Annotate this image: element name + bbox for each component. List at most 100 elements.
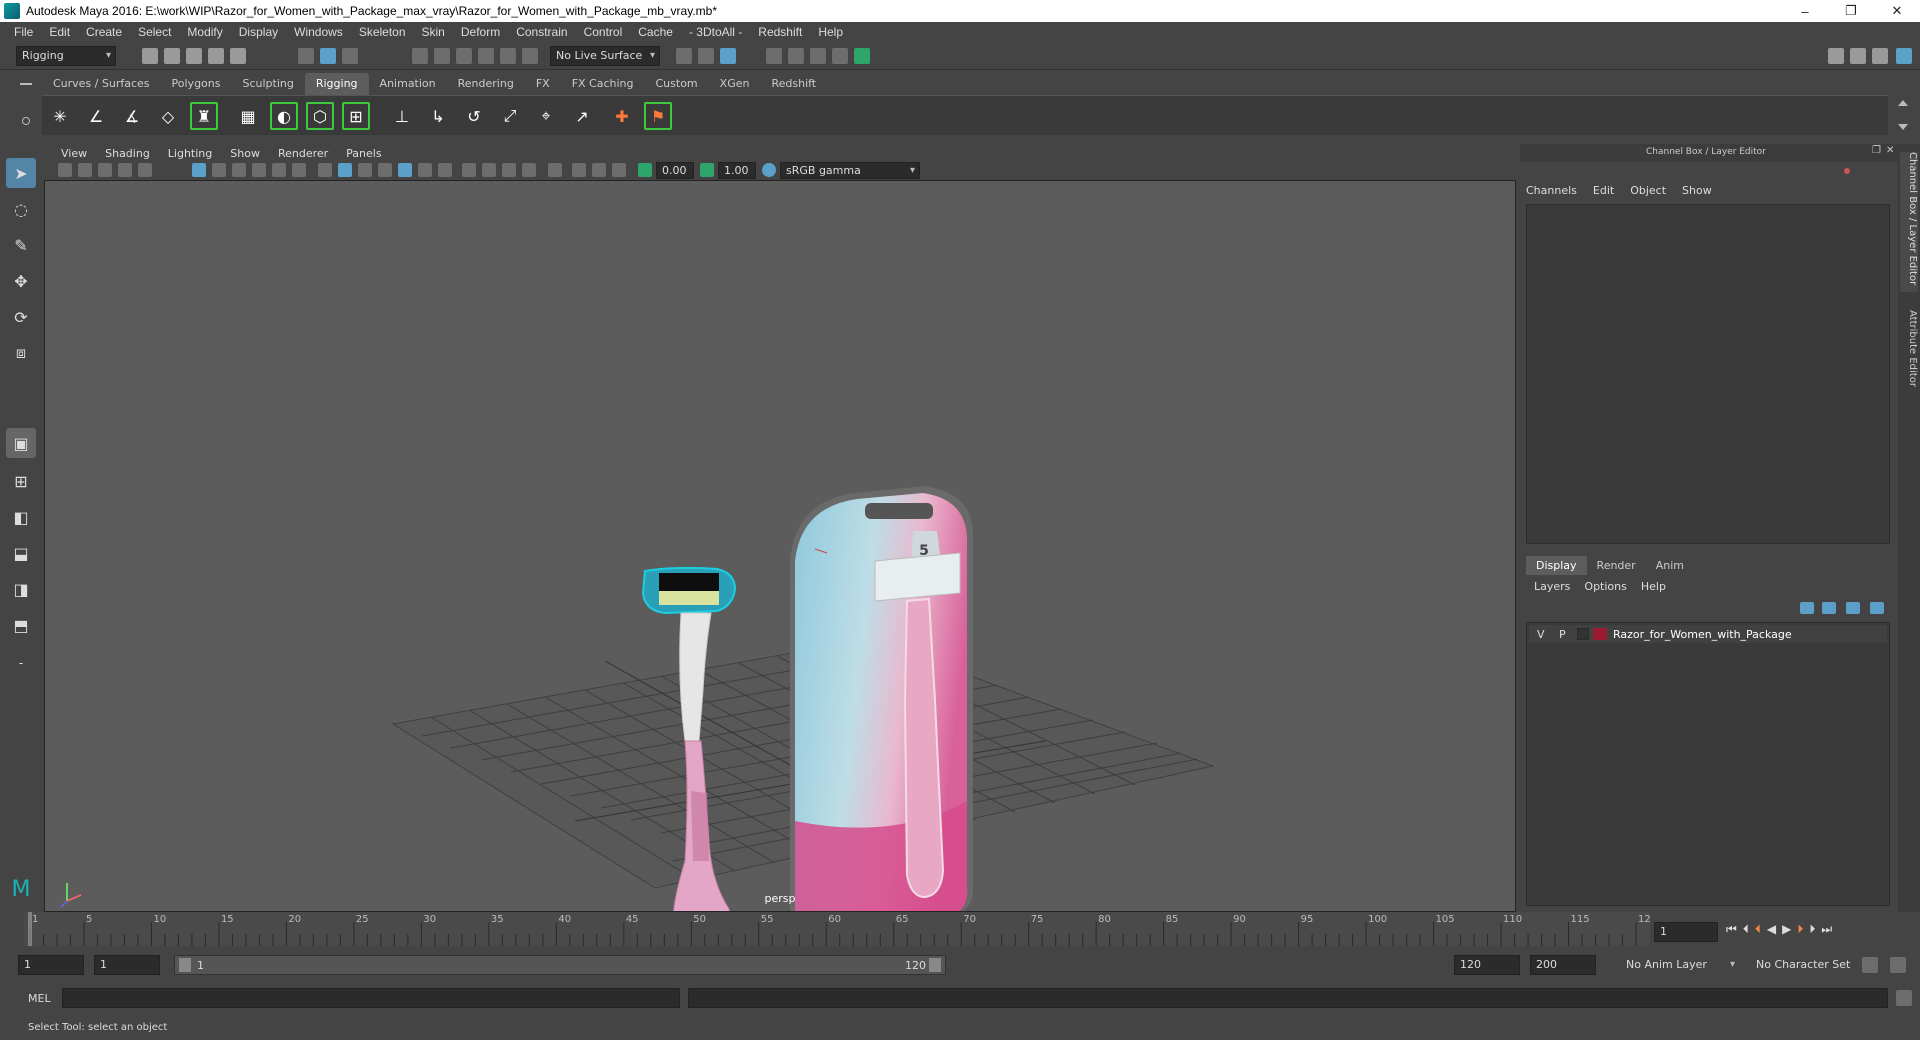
humanik-icon[interactable]: ♜ [190,102,218,130]
camera-attributes-icon[interactable] [78,163,92,177]
safe-action-icon[interactable] [292,163,306,177]
new-scene-icon[interactable] [142,48,158,64]
menu-create[interactable]: Create [78,25,130,39]
select-object-icon[interactable] [320,48,336,64]
snap-surface-icon[interactable] [500,48,516,64]
move-layer-up-icon[interactable] [1800,602,1814,614]
menu-3dtoall[interactable]: - 3DtoAll - [681,25,750,39]
step-forward-frame-icon[interactable]: ⏵ [1809,922,1815,937]
undo-icon[interactable] [208,48,224,64]
layer-playback-toggle[interactable]: P [1559,628,1566,641]
shelf-tab-curves-surfaces[interactable]: Curves / Surfaces [42,73,161,95]
layer-type-toggle[interactable] [1577,628,1589,640]
float-panel-icon[interactable]: ❐ [1872,145,1881,156]
viewport-menu-renderer[interactable]: Renderer [269,147,337,160]
smooth-shade-icon[interactable] [338,163,352,177]
ambient-occlusion-icon[interactable] [462,163,476,177]
snap-grid-icon[interactable] [412,48,428,64]
snap-curve-icon[interactable] [434,48,450,64]
viewport-menu-lighting[interactable]: Lighting [159,147,221,160]
shelf-tab-rendering[interactable]: Rendering [447,73,525,95]
tab-display[interactable]: Display [1526,556,1587,575]
maximize-button[interactable]: ❐ [1828,0,1874,22]
render-frame-icon[interactable] [698,48,714,64]
gate-mask-icon[interactable] [252,163,266,177]
use-all-lights-icon[interactable] [418,163,432,177]
select-tool-icon[interactable]: ➤ [6,158,36,188]
select-hierarchy-icon[interactable] [298,48,314,64]
shelf-tab-xgen[interactable]: XGen [709,73,761,95]
snap-view-icon[interactable] [478,48,494,64]
menu-control[interactable]: Control [576,25,631,39]
menu-modify[interactable]: Modify [179,25,230,39]
toggle-attribute-editor-icon[interactable] [1850,48,1866,64]
minimize-button[interactable]: – [1782,0,1828,22]
viewport-menu-shading[interactable]: Shading [96,147,159,160]
playback-start-field[interactable]: 1 [94,955,160,975]
menu-constrain[interactable]: Constrain [508,25,575,39]
ik-spline-icon[interactable]: ∡ [118,102,146,130]
current-time-indicator[interactable] [28,912,32,946]
single-perspective-layout-icon[interactable]: ▣ [6,428,36,458]
menu-windows[interactable]: Windows [286,25,351,39]
shelf-tab-custom[interactable]: Custom [645,73,709,95]
command-input[interactable] [62,988,680,1008]
xray-joints-icon[interactable] [612,163,626,177]
shelf-tab-redshift[interactable]: Redshift [760,73,827,95]
cluster-icon[interactable]: ⊞ [342,102,370,130]
layer-row[interactable]: V P Razor_for_Women_with_Package [1529,625,1887,643]
shelf-tab-rigging[interactable]: Rigging [304,73,369,95]
snap-point-icon[interactable] [456,48,472,64]
animation-end-field[interactable]: 200 [1530,955,1596,975]
pole-vector-icon[interactable]: ↗ [568,102,596,130]
shelf-scroll-up-icon[interactable] [1898,100,1908,106]
script-editor-icon[interactable] [1896,990,1912,1006]
four-view-layout-icon[interactable]: ⊞ [6,466,36,496]
new-empty-layer-icon[interactable] [1846,602,1860,614]
step-back-key-icon[interactable]: ⏴ [1755,922,1761,937]
exposure-toggle-icon[interactable] [638,163,652,177]
toggle-tool-settings-icon[interactable] [1872,48,1888,64]
menu-file[interactable]: File [6,25,41,39]
default-material-icon[interactable] [378,163,392,177]
persp-outliner-layout-icon[interactable]: ◧ [6,502,36,532]
persp-graph-layout-icon[interactable]: ⬓ [6,538,36,568]
film-gate-icon[interactable] [212,163,226,177]
time-slider[interactable]: 1 5 10 15 20 25 30 35 40 45 50 55 60 65 70 75 80 85 90 95 10… [24,912,1650,946]
shelf-settings-icon[interactable] [22,117,30,125]
two-d-pan-icon[interactable] [138,163,152,177]
ik-handle-icon[interactable]: ∠ [82,102,110,130]
persp-uv-layout-icon[interactable]: ⬒ [6,610,36,640]
shelf-tab-fx-caching[interactable]: FX Caching [561,73,645,95]
step-forward-key-icon[interactable]: ⏵ [1797,922,1803,937]
menu-display[interactable]: Display [231,25,286,39]
menu-edit[interactable]: Edit [41,25,78,39]
redshift-render-icon[interactable] [854,48,870,64]
paint-select-tool-icon[interactable]: ✎ [6,230,36,260]
object-menu[interactable]: Object [1630,184,1666,197]
move-layer-down-icon[interactable] [1822,602,1836,614]
channels-menu[interactable]: Channels [1526,184,1577,197]
tab-render[interactable]: Render [1587,556,1646,575]
point-constraint-icon[interactable]: ⊥ [388,102,416,130]
options-menu[interactable]: Options [1584,580,1626,593]
lasso-tool-icon[interactable]: ◌ [6,194,36,224]
anim-layer-dropdown[interactable]: No Anim Layer [1620,955,1740,975]
shadows-icon[interactable] [438,163,452,177]
light-editor-icon[interactable] [832,48,848,64]
shelf-scroll-down-icon[interactable] [1898,124,1908,130]
perspective-viewport[interactable]: 5 persp [44,180,1516,912]
resolution-gate-icon[interactable] [232,163,246,177]
play-forwards-icon[interactable]: ▶ [1782,922,1791,937]
redo-icon[interactable] [230,48,246,64]
wireframe-on-shaded-icon[interactable] [358,163,372,177]
isolate-select-icon[interactable] [548,163,562,177]
channel-box-area[interactable] [1526,204,1890,544]
view-transform-dropdown[interactable]: sRGB gamma [780,162,920,179]
menu-redshift[interactable]: Redshift [750,25,810,39]
shelf-tab-polygons[interactable]: Polygons [161,73,232,95]
layer-name[interactable]: Razor_for_Women_with_Package [1613,628,1792,641]
script-language-label[interactable]: MEL [28,992,51,1005]
paint-weights-icon[interactable]: ◐ [270,102,298,130]
close-panel-icon[interactable]: ✕ [1886,145,1894,156]
